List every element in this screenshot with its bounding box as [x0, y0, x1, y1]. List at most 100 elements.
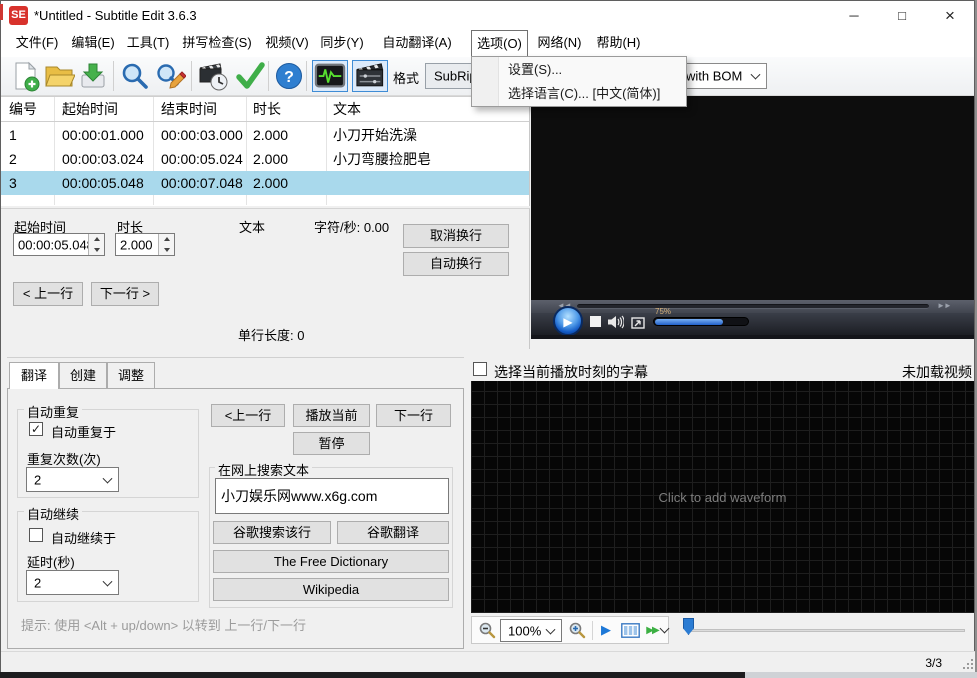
new-file-button[interactable] — [9, 60, 41, 92]
prev-line-button[interactable]: <上一行 — [211, 404, 285, 427]
col-text[interactable]: 文本 — [333, 97, 361, 121]
next-line-button-2[interactable]: 下一行 — [376, 404, 451, 427]
cell-end: 00:00:05.024 — [161, 151, 243, 167]
cell-start: 00:00:03.024 — [62, 151, 144, 167]
edit-panel: 起始时间 00:00:05.048 时长 2.000 文本 字符/秒: 0.00… — [1, 208, 530, 526]
no-video-label: 未加载视频 — [902, 364, 972, 380]
table-row[interactable]: 2 00:00:03.024 00:00:05.024 2.000 小刀弯腰捡肥… — [1, 147, 529, 171]
video-seek-bar[interactable] — [577, 304, 929, 309]
menu-item-settings[interactable]: 设置(S)... — [472, 58, 686, 82]
maximize-button[interactable]: □ — [880, 1, 924, 30]
video-bottom-strip — [531, 335, 974, 339]
menu-network[interactable]: 网络(N) — [532, 30, 587, 56]
svg-text:?: ? — [284, 69, 294, 86]
volume-icon[interactable] — [607, 315, 625, 334]
replace-button[interactable] — [154, 60, 187, 92]
play-button[interactable]: ▶ — [553, 306, 583, 336]
visual-sync-button[interactable] — [197, 60, 229, 92]
find-button[interactable] — [119, 60, 151, 92]
menu-sync[interactable]: 同步(Y) — [317, 30, 367, 56]
select-current-subtitle-checkbox[interactable] — [473, 362, 487, 376]
fullscreen-icon[interactable] — [631, 316, 645, 334]
unbreak-button[interactable]: 取消换行 — [403, 224, 509, 248]
cell-number: 1 — [9, 127, 17, 143]
volume-percent-label: 75% — [655, 307, 672, 316]
fast-forward-icon[interactable]: ►► — [937, 301, 952, 310]
checkmark-icon — [236, 62, 265, 89]
col-start[interactable]: 起始时间 — [62, 97, 118, 121]
menu-spellcheck[interactable]: 拼写检查(S) — [177, 30, 257, 56]
save-button[interactable] — [77, 60, 109, 92]
tab-create[interactable]: 创建 — [59, 362, 107, 388]
chevron-down-icon — [102, 576, 113, 587]
chevron-down-icon[interactable] — [659, 617, 669, 643]
pause-button[interactable]: 暂停 — [293, 432, 370, 455]
free-dictionary-button[interactable]: The Free Dictionary — [213, 550, 449, 573]
minimize-button[interactable]: ─ — [832, 1, 876, 30]
waveform-area[interactable]: Click to add waveform — [471, 381, 974, 613]
close-button[interactable]: × — [926, 1, 974, 30]
menu-file[interactable]: 文件(F) — [11, 30, 63, 56]
delay-select[interactable]: 2 — [26, 570, 119, 595]
auto-break-button[interactable]: 自动换行 — [403, 252, 509, 276]
chevron-down-icon — [102, 473, 113, 484]
menu-auto-translate[interactable]: 自动翻译(A) — [371, 30, 463, 56]
col-number[interactable]: 编号 — [9, 97, 37, 121]
show-video-columns-button[interactable] — [618, 617, 642, 643]
zoom-out-icon — [479, 622, 496, 639]
web-search-input[interactable] — [215, 478, 449, 514]
open-file-button[interactable] — [43, 60, 76, 92]
waveform-play-button[interactable]: ▶ — [596, 617, 616, 643]
waveform-position-slider[interactable] — [691, 629, 965, 632]
menu-options[interactable]: 选项(O) — [471, 30, 528, 57]
video-toggle-button[interactable] — [352, 60, 388, 92]
zoom-out-button[interactable] — [476, 617, 498, 643]
zoom-in-icon — [569, 622, 586, 639]
next-line-button[interactable]: 下一行 > — [91, 282, 159, 306]
slider-thumb[interactable] — [683, 618, 694, 635]
table-row[interactable]: 1 00:00:01.000 00:00:03.000 2.000 小刀开始洗澡 — [1, 123, 529, 147]
resize-grip[interactable] — [961, 657, 973, 669]
spin-down-button[interactable] — [89, 244, 104, 255]
stop-button[interactable] — [590, 316, 601, 327]
repeat-count-value: 2 — [34, 472, 42, 487]
duration-stepper[interactable]: 2.000 — [115, 233, 175, 256]
google-search-button[interactable]: 谷歌搜索该行 — [213, 521, 331, 544]
table-row-selected[interactable]: 3 00:00:05.048 00:00:07.048 2.000 — [1, 171, 529, 195]
auto-continue-checkbox[interactable] — [29, 528, 43, 542]
menu-tools[interactable]: 工具(T) — [123, 30, 173, 56]
encoding-value: with BOM — [686, 68, 743, 84]
cell-duration: 2.000 — [253, 175, 289, 191]
start-time-stepper[interactable]: 00:00:05.048 — [13, 233, 105, 256]
waveform-toggle-button[interactable] — [312, 60, 348, 92]
tab-adjust[interactable]: 调整 — [107, 362, 155, 388]
menu-edit[interactable]: 编辑(E) — [67, 30, 119, 56]
cell-start: 00:00:01.000 — [62, 127, 144, 143]
cell-text: 小刀开始洗澡 — [333, 127, 417, 143]
auto-repeat-title: 自动重复 — [24, 402, 83, 421]
repeat-count-select[interactable]: 2 — [26, 467, 119, 492]
menu-help[interactable]: 帮助(H) — [591, 30, 646, 56]
auto-repeat-checkbox[interactable]: ✓ — [29, 422, 43, 436]
help-button[interactable]: ? — [273, 60, 305, 92]
single-line-length-label: 单行长度: 0 — [238, 328, 305, 343]
wikipedia-button[interactable]: Wikipedia — [213, 578, 449, 601]
playback-speed-button[interactable]: ▶▶ — [642, 617, 662, 643]
col-duration[interactable]: 时长 — [253, 97, 281, 121]
col-end[interactable]: 结束时间 — [161, 97, 217, 121]
tab-translate[interactable]: 翻译 — [9, 362, 59, 389]
waveform-zoom-combobox[interactable]: 100% — [500, 619, 562, 642]
play-current-button[interactable]: 播放当前 — [293, 404, 370, 427]
toolbar-separator — [113, 61, 114, 91]
google-translate-button[interactable]: 谷歌翻译 — [337, 521, 449, 544]
zoom-in-button[interactable] — [566, 617, 588, 643]
video-player[interactable]: ◄◄ ►► ▶ 75% — [531, 96, 974, 339]
previous-line-button[interactable]: < 上一行 — [13, 282, 83, 306]
volume-slider[interactable] — [653, 317, 749, 326]
menu-video[interactable]: 视频(V) — [261, 30, 313, 56]
menu-item-choose-language[interactable]: 选择语言(C)... [中文(简体)] — [472, 82, 686, 106]
chevron-down-icon — [545, 624, 556, 635]
spell-check-button[interactable] — [234, 60, 266, 92]
chars-per-sec-label: 字符/秒: 0.00 — [314, 220, 390, 235]
spin-down-button[interactable] — [159, 244, 174, 255]
